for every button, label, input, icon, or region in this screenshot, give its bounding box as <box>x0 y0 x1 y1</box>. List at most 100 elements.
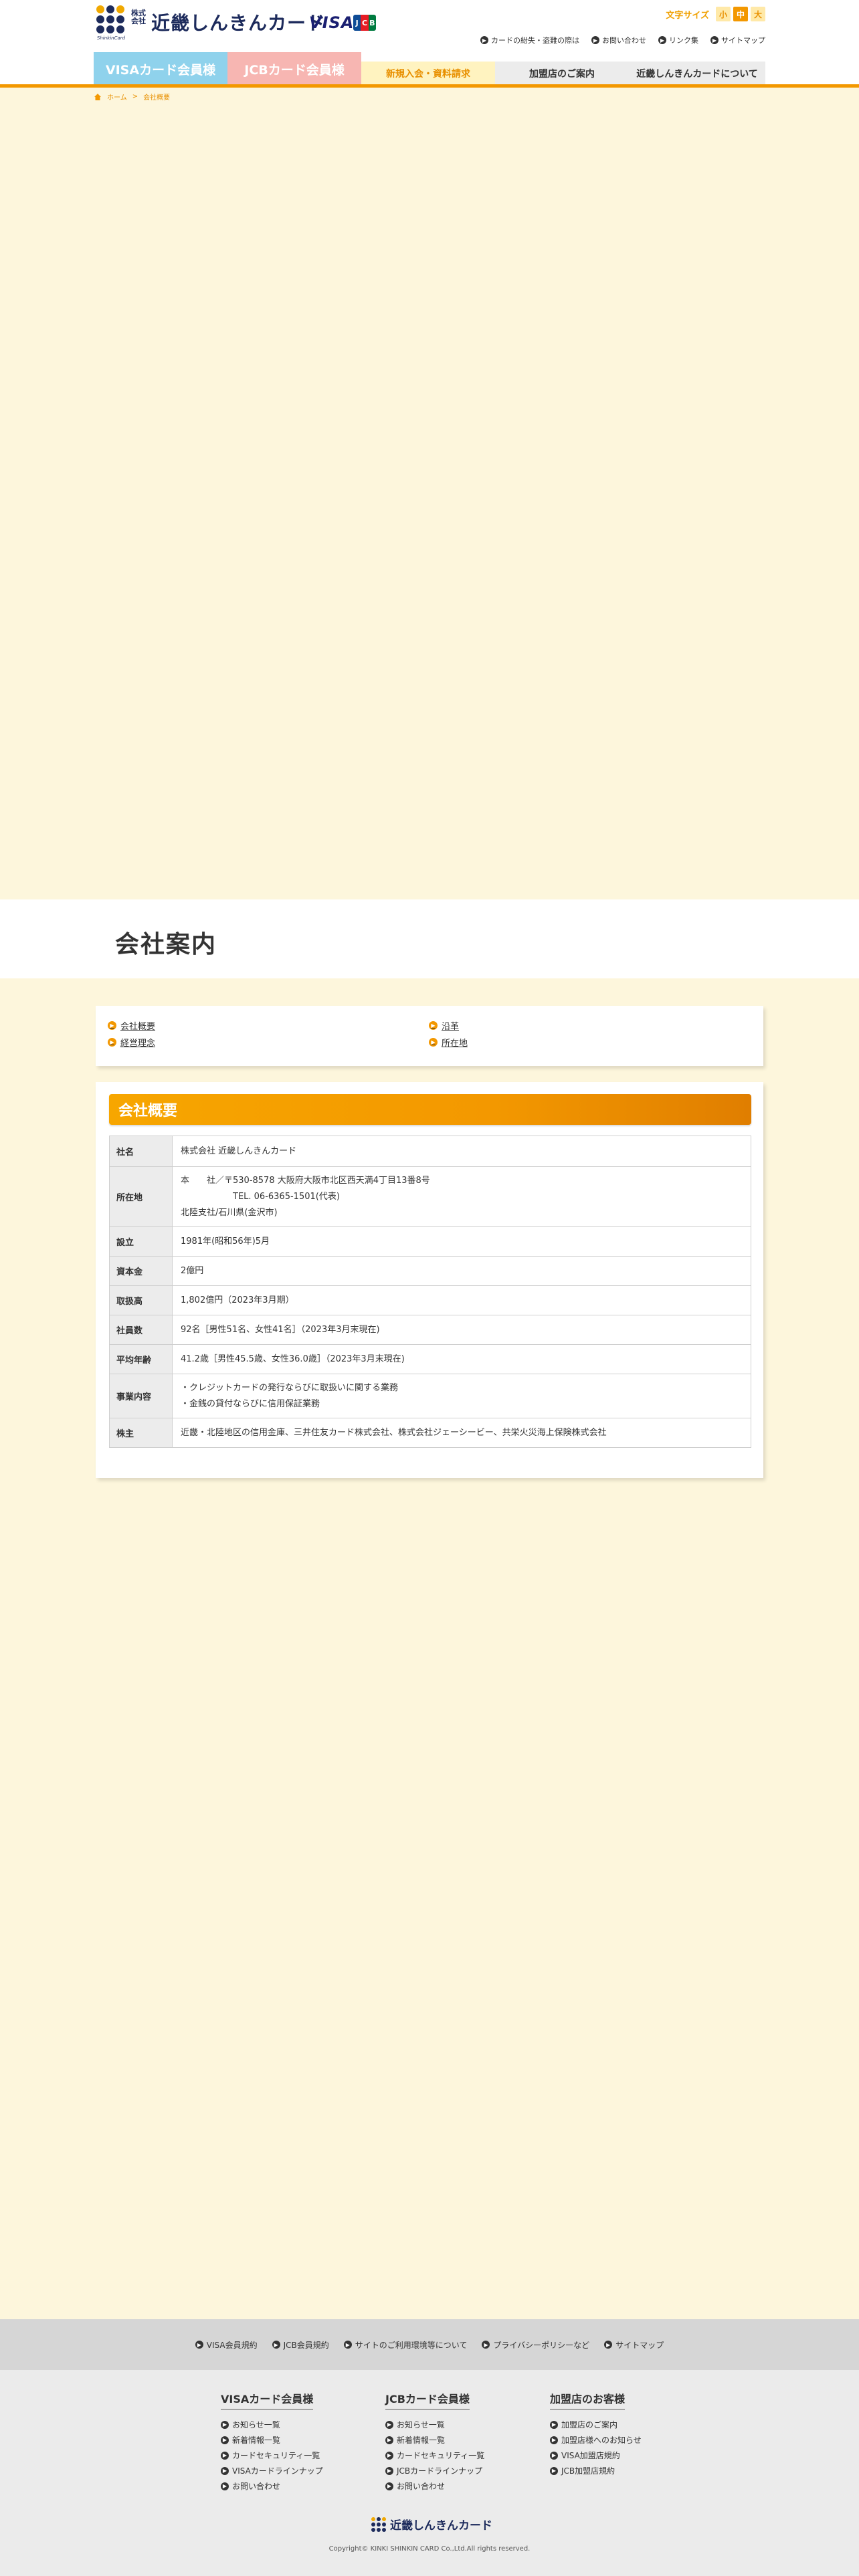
footer-item[interactable]: ▶ お知らせ一覧 <box>221 2419 355 2430</box>
nav-merchant[interactable]: 加盟店のご案内 <box>495 62 629 86</box>
logo-mark-icon[interactable]: ShinkinCard <box>96 5 126 41</box>
footer-column-title[interactable]: 加盟店のお客様 <box>550 2390 626 2409</box>
footer-item[interactable]: ▶ 新着情報一覧 <box>385 2434 519 2446</box>
arrow-right-icon: ▶ <box>385 2482 393 2490</box>
table-row: 設立 1981年(昭和56年)5月 <box>109 1226 751 1257</box>
jcb-letter-b: B <box>368 15 376 31</box>
footer-item[interactable]: ▶ VISA加盟店規約 <box>550 2450 684 2461</box>
arrow-right-icon: ▶ <box>221 2451 229 2460</box>
anchor-history[interactable]: ▶ 沿革 <box>429 1019 459 1032</box>
footer-item-label: 加盟店様へのお知らせ <box>561 2436 642 2445</box>
footer-item[interactable]: ▶ JCB加盟店規約 <box>550 2465 684 2476</box>
anchor-history-label: 沿革 <box>442 1022 460 1032</box>
sitemap-label: サイトマップ <box>721 36 765 45</box>
anchor-philosophy[interactable]: ▶ 経営理念 <box>108 1036 155 1049</box>
footer-item[interactable]: ▶ お知らせ一覧 <box>385 2419 519 2430</box>
global-nav: VISAカード会員様 JCBカード会員様 新規入会・資料請求 加盟店のご案内 近… <box>94 52 765 86</box>
font-size-medium-button[interactable]: 中 <box>733 7 748 21</box>
anchor-location[interactable]: ▶ 所在地 <box>429 1036 468 1049</box>
footer-item[interactable]: ▶ 新着情報一覧 <box>221 2434 355 2446</box>
company-overview-heading: 会社概要 <box>109 1094 751 1125</box>
nav-about[interactable]: 近畿しんきんカードについて <box>629 62 765 86</box>
row-label: 事業内容 <box>109 1374 173 1418</box>
row-value: 株式会社 近畿しんきんカード <box>172 1136 751 1167</box>
arrow-right-icon: ▶ <box>550 2436 558 2444</box>
row-label: 社名 <box>109 1136 173 1167</box>
footer-item-label: カードセキュリティ一覧 <box>397 2451 485 2460</box>
footer-item-label: 新着情報一覧 <box>397 2436 446 2445</box>
arrow-right-icon: ▶ <box>195 2341 203 2349</box>
contact-label: お問い合わせ <box>602 36 646 45</box>
visa-logo: VISA <box>309 13 355 32</box>
contact-link[interactable]: ▶ お問い合わせ <box>591 35 646 45</box>
logo-corp-label: 株式会社 <box>131 9 146 25</box>
arrow-right-icon: ▶ <box>482 2341 490 2349</box>
font-size-label: 文字サイズ <box>666 10 709 21</box>
arrow-right-icon: ▶ <box>108 1021 116 1030</box>
links-link[interactable]: ▶ リンク集 <box>658 35 698 45</box>
table-row: 資本金 2億円 <box>109 1256 751 1286</box>
footer-item-label: VISA加盟店規約 <box>561 2451 620 2460</box>
arrow-right-icon: ▶ <box>385 2451 393 2460</box>
logo-sub: ShinkinCard <box>96 35 126 41</box>
footer-link-label: サイトマップ <box>615 2340 664 2350</box>
arrow-right-icon: ▶ <box>710 36 719 44</box>
footer-logo-icon <box>371 2516 386 2532</box>
footer-logo-text: 近畿しんきんカード <box>390 2519 492 2533</box>
font-size-large-button[interactable]: 大 <box>751 7 765 21</box>
footer-item[interactable]: ▶ カードセキュリティ一覧 <box>385 2450 519 2461</box>
nav-jcb-members[interactable]: JCBカード会員様 <box>227 52 361 86</box>
anchor-company-overview[interactable]: ▶ 会社概要 <box>108 1019 155 1032</box>
footer-links-bar: ▶ VISA会員規約 ▶ JCB会員規約 ▶ サイトのご利用環境等について ▶ プライバ… <box>0 2319 859 2370</box>
nav-new-member[interactable]: 新規入会・資料請求 <box>361 62 495 86</box>
links-label: リンク集 <box>669 36 698 45</box>
sitemap-link[interactable]: ▶ サイトマップ <box>710 35 765 45</box>
anchor-philosophy-label: 経営理念 <box>120 1039 156 1049</box>
breadcrumb-current: 会社概要 <box>143 94 171 102</box>
logo-dots <box>96 5 126 33</box>
table-row: 所在地 本 社／〒530-8578 大阪府大阪市北区西天満4丁目13番8号 TE… <box>109 1166 751 1227</box>
breadcrumb-separator: > <box>132 93 138 100</box>
font-size-small-button[interactable]: 小 <box>716 7 731 21</box>
footer-column-title[interactable]: JCBカード会員様 <box>385 2390 470 2409</box>
logo-text[interactable]: 近畿しんきんカード <box>151 9 326 35</box>
footer-link-label: プライバシーポリシーなど <box>493 2340 590 2350</box>
row-value: ・クレジットカードの発行ならびに取扱いに関する業務 ・金銭の貸付ならびに信用保証… <box>172 1374 751 1418</box>
footer-item[interactable]: ▶ カードセキュリティ一覧 <box>221 2450 355 2461</box>
footer-column-title[interactable]: VISAカード会員様 <box>221 2390 314 2409</box>
footer-link-environment[interactable]: ▶ サイトのご利用環境等について <box>343 2339 468 2351</box>
footer-link-jcb-terms[interactable]: ▶ JCB会員規約 <box>272 2339 329 2351</box>
arrow-right-icon: ▶ <box>108 1038 116 1047</box>
arrow-right-icon: ▶ <box>221 2482 229 2490</box>
footer-column-jcb: JCBカード会員様 ▶ お知らせ一覧 ▶ 新着情報一覧 ▶ カードセキュリティ一覧 ▶… <box>385 2390 519 2496</box>
footer-link-sitemap[interactable]: ▶ サイトマップ <box>604 2339 664 2351</box>
arrow-right-icon: ▶ <box>550 2466 558 2475</box>
anchor-location-label: 所在地 <box>442 1039 468 1049</box>
company-overview-section: 会社概要 社名 株式会社 近畿しんきんカード 所在地 本 社／〒530-8578… <box>96 1082 763 1478</box>
row-value: 本 社／〒530-8578 大阪府大阪市北区西天満4丁目13番8号 TEL. 0… <box>172 1166 751 1227</box>
nav-visa-members[interactable]: VISAカード会員様 <box>94 52 227 86</box>
footer-item[interactable]: ▶ 加盟店のご案内 <box>550 2419 684 2430</box>
arrow-right-icon: ▶ <box>480 36 488 44</box>
arrow-right-icon: ▶ <box>272 2341 280 2349</box>
breadcrumb-home[interactable]: ホーム <box>107 92 127 102</box>
row-label: 資本金 <box>109 1256 173 1286</box>
footer-item[interactable]: ▶ 加盟店様へのお知らせ <box>550 2434 684 2446</box>
footer-item-label: お問い合わせ <box>397 2482 446 2491</box>
footer-item[interactable]: ▶ VISAカードラインナップ <box>221 2465 355 2476</box>
footer-link-label: サイトのご利用環境等について <box>355 2340 468 2350</box>
footer-item[interactable]: ▶ JCBカードラインナップ <box>385 2465 519 2476</box>
table-row: 平均年齢 41.2歳［男性45.5歳、女性36.0歳］（2023年3月末現在) <box>109 1344 751 1374</box>
lost-card-link[interactable]: ▶ カードの紛失・盗難の際は <box>480 35 579 45</box>
table-row: 社員数 92名［男性51名、女性41名］（2023年3月末現在) <box>109 1315 751 1345</box>
jcb-letter-c: C <box>361 15 369 31</box>
arrow-right-icon: ▶ <box>429 1021 438 1030</box>
footer-link-visa-terms[interactable]: ▶ VISA会員規約 <box>195 2339 258 2351</box>
footer-logo[interactable]: 近畿しんきんカード <box>371 2516 492 2533</box>
footer-item-label: JCBカードラインナップ <box>397 2466 483 2476</box>
table-row: 株主 近畿・北陸地区の信用金庫、三井住友カード株式会社、株式会社ジェーシービー、… <box>109 1418 751 1448</box>
footer-item[interactable]: ▶ お問い合わせ <box>385 2480 519 2492</box>
footer-link-privacy[interactable]: ▶ プライバシーポリシーなど <box>482 2339 589 2351</box>
footer-item[interactable]: ▶ お問い合わせ <box>221 2480 355 2492</box>
business-line: ・金銭の貸付ならびに信用保証業務 <box>181 1398 320 1409</box>
